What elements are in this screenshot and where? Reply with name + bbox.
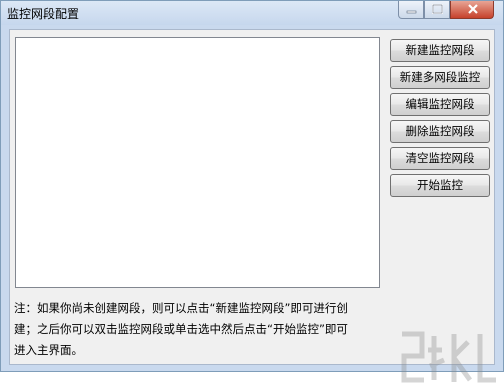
help-note-line: 注：如果你尚未创建网段，则可以点击“新建监控网段”即可进行创: [14, 301, 348, 315]
dialog-body: 新建监控网段 新建多网段监控 编辑监控网段 删除监控网段 清空监控网段 开始监控…: [9, 29, 496, 383]
help-note-line: 进入主界面。: [14, 343, 83, 357]
new-multi-segment-button[interactable]: 新建多网段监控: [390, 66, 490, 89]
help-note-line: 建；之后你可以双击监控网段或单击选中然后点击“开始监控”即可: [14, 322, 348, 336]
window: 监控网段配置 新建监控网段 新建多网段监控 编辑监控网段 删除监控网段 清空监控…: [0, 0, 504, 383]
clear-segment-button[interactable]: 清空监控网段: [390, 147, 490, 170]
close-button[interactable]: [450, 1, 494, 19]
title-bar[interactable]: 监控网段配置: [1, 1, 503, 25]
maximize-icon: [432, 4, 443, 14]
start-monitor-button[interactable]: 开始监控: [390, 174, 490, 197]
edit-segment-button[interactable]: 编辑监控网段: [390, 93, 490, 116]
watermark-logo: [401, 331, 496, 383]
close-icon: [468, 4, 478, 14]
new-segment-button[interactable]: 新建监控网段: [390, 39, 490, 62]
window-title: 监控网段配置: [7, 7, 80, 21]
minimize-button[interactable]: [398, 1, 424, 19]
maximize-button[interactable]: [424, 1, 450, 19]
delete-segment-button[interactable]: 删除监控网段: [390, 120, 490, 143]
help-note: 注：如果你尚未创建网段，则可以点击“新建监控网段”即可进行创 建；之后你可以双击…: [14, 298, 382, 361]
segment-list[interactable]: [15, 37, 380, 288]
minimize-icon: [406, 10, 417, 14]
